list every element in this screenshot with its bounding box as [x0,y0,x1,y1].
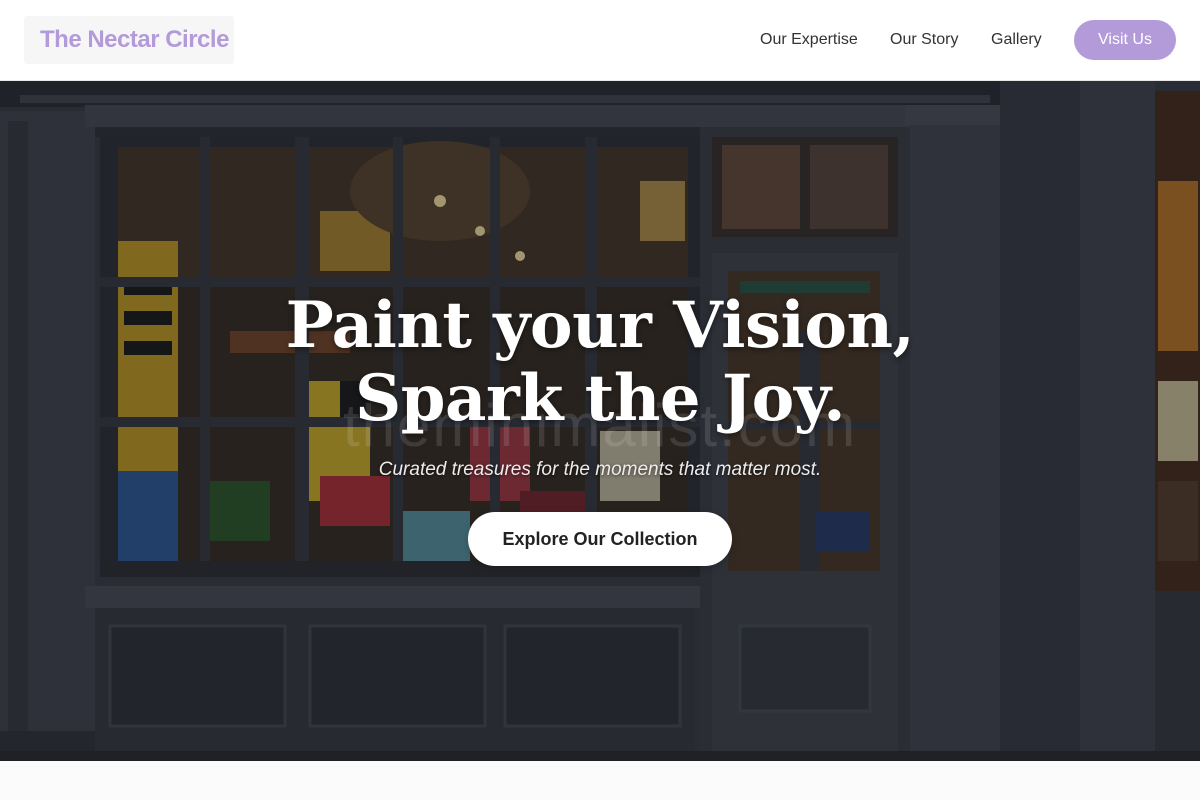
nav-gallery[interactable]: Gallery [991,31,1042,49]
explore-collection-button[interactable]: Explore Our Collection [468,512,732,566]
logo-text: The Nectar Circle [40,26,229,53]
site-header: The Nectar Circle Our Expertise Our Stor… [0,0,1200,81]
hero-headline-line2: Spark the Joy. [355,361,845,436]
hero-tagline: Curated treasures for the moments that m… [378,459,822,480]
visit-us-button[interactable]: Visit Us [1074,20,1176,60]
hero-content: theminimalist.com Paint your Vision, Spa… [0,81,1200,761]
hero-section: theminimalist.com Paint your Vision, Spa… [0,81,1200,761]
nav-our-expertise[interactable]: Our Expertise [760,31,858,49]
next-section [0,761,1200,800]
logo[interactable]: The Nectar Circle [24,16,234,64]
hero-headline-line1: Paint your Vision, [285,288,915,363]
nav-our-story[interactable]: Our Story [890,31,958,49]
